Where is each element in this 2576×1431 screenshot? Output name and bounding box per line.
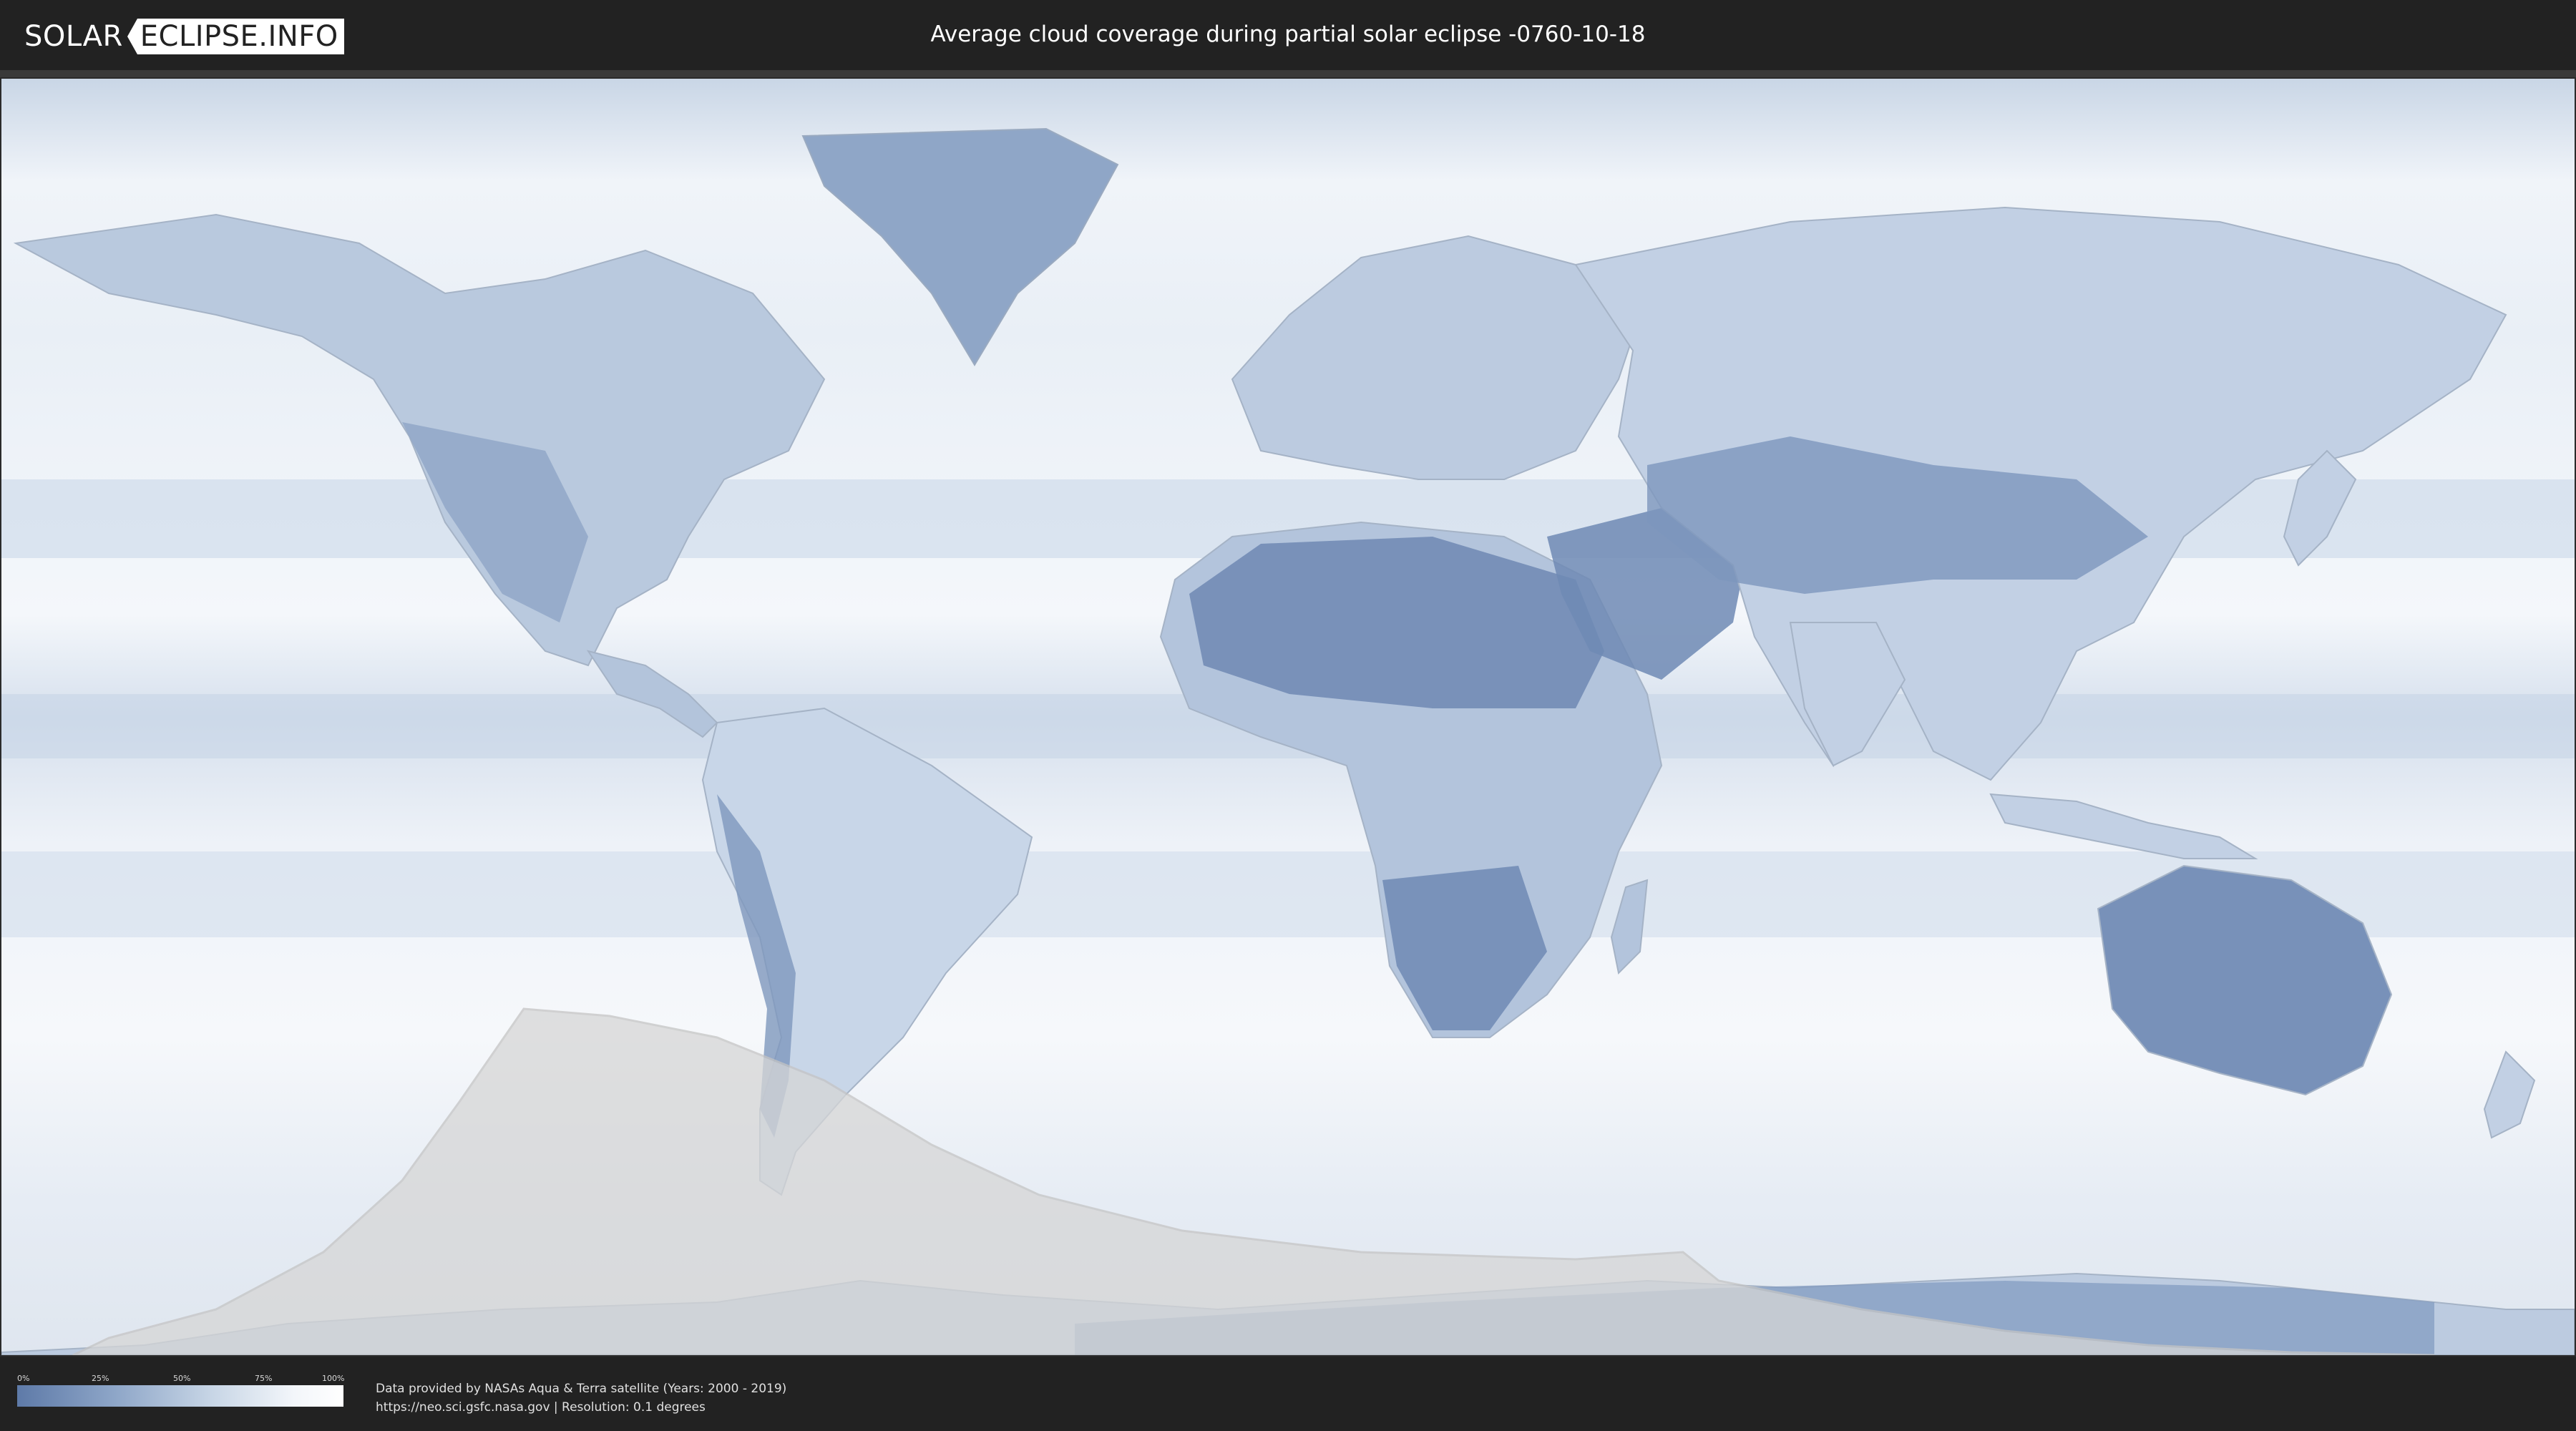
cloud-coverage-legend: 0% 25% 50% 75% 100% xyxy=(17,1374,345,1407)
map-frame xyxy=(0,77,2576,1357)
footer-bar: 0% 25% 50% 75% 100% Data provided by NAS… xyxy=(0,1357,2576,1431)
legend-ticks: 0% 25% 50% 75% 100% xyxy=(17,1374,345,1385)
credit-source: Data provided by NASAs Aqua & Terra sate… xyxy=(376,1382,787,1396)
legend-tick-75: 75% xyxy=(255,1374,273,1383)
credit-url-resolution[interactable]: https://neo.sci.gsfc.nasa.gov | Resoluti… xyxy=(376,1398,786,1417)
legend-tick-0: 0% xyxy=(17,1374,30,1383)
legend-tick-25: 25% xyxy=(92,1374,109,1383)
header-bar: SOLAR ECLIPSE.INFO Average cloud coverag… xyxy=(0,0,2576,70)
legend-tick-50: 50% xyxy=(173,1374,191,1383)
page-title: Average cloud coverage during partial so… xyxy=(930,21,1646,47)
legend-color-bar xyxy=(17,1385,343,1407)
cloud-coverage-map[interactable] xyxy=(1,79,2575,1355)
header-divider xyxy=(0,70,2576,77)
data-credits: Data provided by NASAs Aqua & Terra sate… xyxy=(376,1379,786,1417)
legend-tick-100: 100% xyxy=(322,1374,345,1383)
